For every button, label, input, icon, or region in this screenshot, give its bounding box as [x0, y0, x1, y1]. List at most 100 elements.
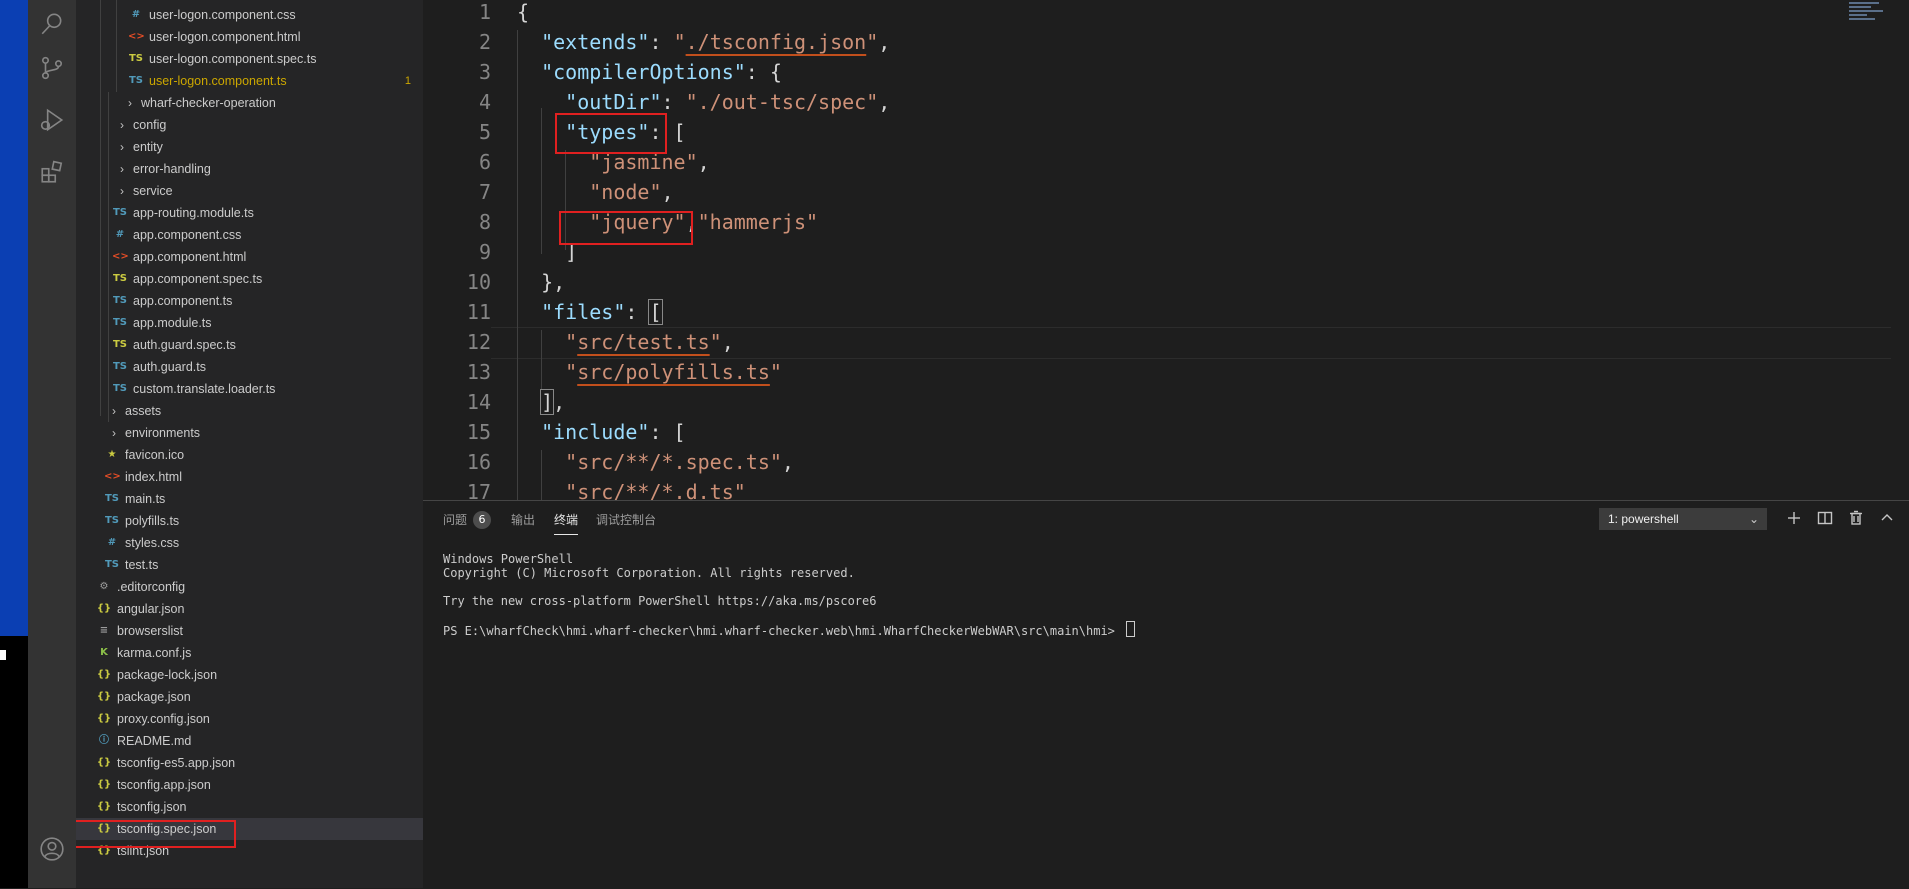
tree-file[interactable]: TS app-routing.module.ts	[76, 202, 423, 224]
tree-folder[interactable]: › error-handling	[76, 158, 423, 180]
tree-file[interactable]: TS app.module.ts	[76, 312, 423, 334]
tree-file[interactable]: {} package.json	[76, 686, 423, 708]
chevron-right-icon[interactable]: ›	[124, 92, 136, 114]
tree-folder[interactable]: › wharf-checker-operation	[76, 92, 423, 114]
explorer-tree: # user-logon.component.css <> user-logon.co…	[76, 0, 423, 888]
code-text: "src/**/*.spec.ts",	[517, 447, 794, 477]
code-token: ,	[553, 390, 566, 414]
tab-terminal[interactable]: 终端	[554, 511, 579, 535]
minimap[interactable]	[1849, 0, 1889, 30]
code-line[interactable]: 2 "extends": "./tsconfig.json",	[423, 27, 1909, 57]
activity-accounts[interactable]	[28, 825, 76, 873]
tree-file[interactable]: {} tsconfig.json	[76, 796, 423, 818]
tree-file[interactable]: # app.component.css	[76, 224, 423, 246]
tree-file[interactable]: # user-logon.component.css	[76, 4, 423, 26]
code-token: : {	[745, 60, 782, 84]
tree-item-label: environments	[125, 426, 201, 440]
tree-file[interactable]: TS polyfills.ts	[76, 510, 423, 532]
chevron-right-icon[interactable]: ›	[108, 422, 120, 444]
tree-file[interactable]: <> app.component.html	[76, 246, 423, 268]
code-token: ,	[781, 450, 794, 474]
tree-file[interactable]: TS auth.guard.spec.ts	[76, 334, 423, 356]
tree-file[interactable]: Kkarma.conf.js	[76, 642, 423, 664]
code-token: "	[866, 30, 879, 54]
line-number: 4	[478, 90, 491, 114]
code-line[interactable]: 10 },	[423, 267, 1909, 297]
chevron-right-icon[interactable]: ›	[108, 400, 120, 422]
code-token: "include"	[541, 420, 650, 444]
code-token: "./out-tsc/spec"	[685, 90, 879, 114]
tree-item-label: wharf-checker-operation	[141, 96, 276, 110]
code-token: },	[517, 270, 566, 294]
tree-item-label: browserslist	[117, 624, 183, 638]
maximize-panel-button[interactable]	[1876, 507, 1898, 529]
code-line[interactable]: 1{	[423, 0, 1909, 27]
chevron-right-icon[interactable]: ›	[116, 180, 128, 202]
code-line[interactable]: 12 "src/test.ts",	[423, 327, 1909, 357]
tree-file[interactable]: # styles.css	[76, 532, 423, 554]
chevron-right-icon[interactable]: ›	[116, 158, 128, 180]
activity-source-control[interactable]	[28, 44, 76, 92]
terminal-select[interactable]: 1: powershell ⌄	[1599, 508, 1767, 530]
tree-file[interactable]: TS app.component.spec.ts	[76, 268, 423, 290]
code-line[interactable]: 14 ],	[423, 387, 1909, 417]
activity-run-debug[interactable]	[28, 96, 76, 144]
tree-item-label: tsconfig-es5.app.json	[117, 756, 236, 770]
code-line[interactable]: 7 "node",	[423, 177, 1909, 207]
tree-folder[interactable]: › service	[76, 180, 423, 202]
code-token: :	[649, 30, 674, 54]
tree-item-label: app.component.spec.ts	[133, 272, 263, 286]
tree-folder[interactable]: › environments	[76, 422, 423, 444]
code-line[interactable]: 13 "src/polyfills.ts"	[423, 357, 1909, 387]
tree-file[interactable]: ★ favicon.ico	[76, 444, 423, 466]
tab-problems[interactable]: 问题	[443, 511, 467, 528]
file-type-icon: ≡	[99, 625, 109, 636]
activity-extensions[interactable]	[28, 148, 76, 196]
tree-file[interactable]: {} proxy.config.json	[76, 708, 423, 730]
tree-file[interactable]: TS app.component.ts	[76, 290, 423, 312]
tree-folder[interactable]: › assets	[76, 400, 423, 422]
file-type-icon: TS	[112, 295, 128, 306]
tree-file[interactable]: ⓘ README.md	[76, 730, 423, 752]
file-type-icon: ⚙	[99, 581, 109, 592]
chevron-right-icon[interactable]: ›	[116, 114, 128, 136]
tab-output[interactable]: 输出	[511, 511, 535, 528]
code-token: :	[661, 90, 686, 114]
code-text: ],	[517, 387, 565, 417]
code-line[interactable]: 15 "include": [	[423, 417, 1909, 447]
tree-folder[interactable]: › entity	[76, 136, 423, 158]
tree-file[interactable]: <> index.html	[76, 466, 423, 488]
new-terminal-button[interactable]	[1783, 507, 1805, 529]
tree-file[interactable]: TS auth.guard.ts	[76, 356, 423, 378]
chevron-right-icon[interactable]: ›	[116, 136, 128, 158]
tree-file[interactable]: {} angular.json	[76, 598, 423, 620]
tree-file[interactable]: TS main.ts	[76, 488, 423, 510]
code-editor[interactable]: 1{2 "extends": "./tsconfig.json", 3 "comp…	[423, 0, 1909, 500]
tree-file[interactable]: <> user-logon.component.html	[76, 26, 423, 48]
code-line[interactable]: 11 "files": [	[423, 297, 1909, 327]
tab-debug-console[interactable]: 调试控制台	[596, 511, 656, 528]
tree-file[interactable]: {} tsconfig.app.json	[76, 774, 423, 796]
tree-file[interactable]: TS test.ts	[76, 554, 423, 576]
activity-search[interactable]	[28, 0, 76, 48]
line-number: 17	[466, 480, 491, 500]
tree-file[interactable]: {} package-lock.json	[76, 664, 423, 686]
code-line[interactable]: 17 "src/**/*.d.ts"	[423, 477, 1909, 500]
tree-folder[interactable]: › config	[76, 114, 423, 136]
code-token: ,	[661, 180, 674, 204]
split-terminal-button[interactable]	[1814, 507, 1836, 529]
tree-item-label: app-routing.module.ts	[133, 206, 254, 220]
code-line[interactable]: 16 "src/**/*.spec.ts",	[423, 447, 1909, 477]
code-line[interactable]: 3 "compilerOptions": {	[423, 57, 1909, 87]
tree-item-label: package-lock.json	[117, 668, 218, 682]
tree-file[interactable]: ⚙ .editorconfig	[76, 576, 423, 598]
tree-file[interactable]: TS custom.translate.loader.ts	[76, 378, 423, 400]
tree-file[interactable]: TS user-logon.component.ts 1	[76, 70, 423, 92]
tree-item-label: index.html	[125, 470, 182, 484]
tree-file[interactable]: ≡ browserslist	[76, 620, 423, 642]
tree-file[interactable]: TS user-logon.component.spec.ts	[76, 48, 423, 70]
file-type-icon: ⓘ	[99, 735, 109, 746]
kill-terminal-button[interactable]	[1845, 507, 1867, 529]
tree-file[interactable]: {} tsconfig-es5.app.json	[76, 752, 423, 774]
tree-item-label: app.component.html	[133, 250, 247, 264]
